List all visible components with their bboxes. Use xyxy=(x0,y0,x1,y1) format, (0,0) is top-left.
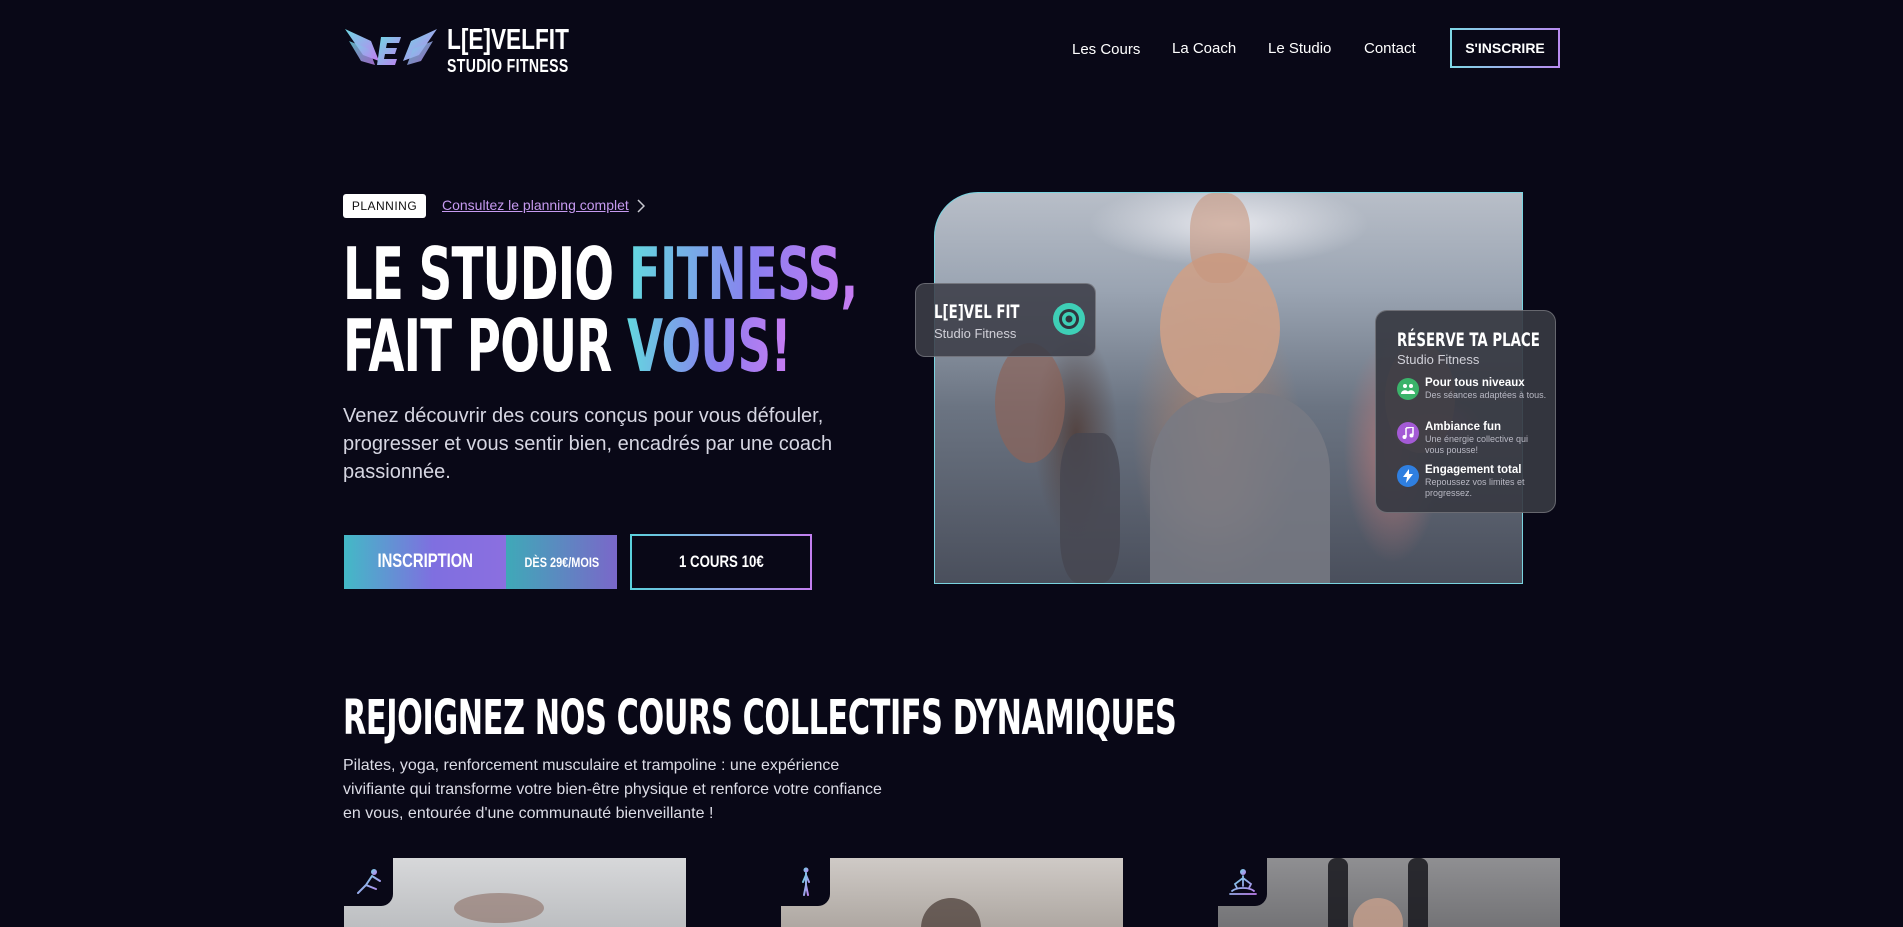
hero-title: LE STUDIO FITNESS, FAIT POUR VOUS! xyxy=(343,238,858,382)
people-icon xyxy=(1397,378,1419,400)
brand-card-subtitle: Studio Fitness xyxy=(934,326,1017,341)
planning-link[interactable]: Consultez le planning complet xyxy=(442,197,645,213)
class-card-yoga[interactable] xyxy=(1218,858,1560,927)
photo-highlight xyxy=(1190,193,1250,283)
single-class-label: 1 COURS 10€ xyxy=(678,552,764,571)
photo-highlight xyxy=(1408,858,1428,927)
photo-highlight xyxy=(995,343,1065,463)
feature-desc: Repoussez vos limites et progressez. xyxy=(1425,477,1525,498)
reserve-card-subtitle: Studio Fitness xyxy=(1397,352,1480,367)
feature-desc: Une énergie collective qui vous pousse! xyxy=(1425,434,1529,455)
inscription-label: INSCRIPTION xyxy=(377,551,473,572)
nav-link-contact[interactable]: Contact xyxy=(1364,40,1416,57)
meditation-icon xyxy=(1228,869,1257,895)
hero-title-line2-a: FAIT POUR xyxy=(343,304,628,388)
hero-title-line2-b: VOUS! xyxy=(627,304,792,388)
class-icon-box xyxy=(1218,858,1267,906)
section-description: Pilates, yoga, renforcement musculaire e… xyxy=(343,757,882,822)
hero-description: Venez découvrir des cours conçus pour vo… xyxy=(343,405,833,483)
price-label: DÈS 29€/MOIS xyxy=(524,554,599,570)
logo-title: L[E]VELFIT xyxy=(447,23,569,56)
class-icon-box xyxy=(344,858,393,906)
site-logo[interactable]: L[E]VELFIT STUDIO FITNESS xyxy=(343,24,569,76)
photo-highlight xyxy=(1353,898,1403,927)
feature-fun: Ambiance fun Une énergie collective qui … xyxy=(1397,421,1547,456)
nav-link-le-studio[interactable]: Le Studio xyxy=(1268,40,1331,57)
inscription-button[interactable]: INSCRIPTION xyxy=(344,535,506,589)
section-title: REJOIGNEZ NOS COURS COLLECTIFS DYNAMIQUE… xyxy=(343,690,1177,746)
reserve-card-title: RÉSERVE TA PLACE xyxy=(1397,329,1540,351)
feature-engagement: Engagement total Repoussez vos limites e… xyxy=(1397,464,1547,499)
feature-title: Engagement total xyxy=(1425,464,1522,476)
photo-highlight xyxy=(1328,858,1348,927)
stretch-pose-icon xyxy=(355,869,382,896)
class-card-trampoline[interactable] xyxy=(781,858,1123,927)
planning-link-label: Consultez le planning complet xyxy=(442,197,629,213)
photo-highlight xyxy=(1150,393,1330,583)
wings-logo-icon xyxy=(345,29,437,65)
photo-highlight xyxy=(1060,433,1120,583)
planning-tag: PLANNING xyxy=(343,194,426,218)
inscription-cta[interactable]: INSCRIPTION DÈS 29€/MOIS xyxy=(344,535,617,589)
logo-text: L[E]VELFIT STUDIO FITNESS xyxy=(447,23,603,76)
feature-desc: Des séances adaptées à tous. xyxy=(1425,390,1547,400)
signup-button[interactable]: S'INSCRIRE xyxy=(1450,28,1560,68)
photo-highlight xyxy=(454,893,544,923)
brand-card-title: L[E]VEL FIT xyxy=(934,301,1020,323)
lightning-icon xyxy=(1397,465,1419,487)
class-icon-box xyxy=(781,858,830,906)
brand-card: L[E]VEL FIT Studio Fitness xyxy=(915,283,1096,357)
price-badge[interactable]: DÈS 29€/MOIS xyxy=(506,535,617,589)
music-icon xyxy=(1397,422,1419,444)
logo-subtitle: STUDIO FITNESS xyxy=(447,55,569,76)
reserve-card: RÉSERVE TA PLACE Studio Fitness Pour tou… xyxy=(1375,310,1556,513)
feature-title: Ambiance fun xyxy=(1425,421,1502,433)
standing-pose-icon xyxy=(801,867,810,896)
feature-title: Pour tous niveaux xyxy=(1425,377,1525,389)
nav-link-la-coach[interactable]: La Coach xyxy=(1172,40,1236,57)
single-class-button[interactable]: 1 COURS 10€ xyxy=(630,534,812,590)
photo-highlight xyxy=(921,898,981,927)
chevron-right-icon xyxy=(637,198,645,213)
nav-link-les-cours[interactable]: Les Cours xyxy=(1072,41,1140,58)
feature-all-levels: Pour tous niveaux Des séances adaptées à… xyxy=(1397,377,1547,401)
class-card-pilates[interactable] xyxy=(344,858,686,927)
target-icon xyxy=(1053,303,1085,335)
